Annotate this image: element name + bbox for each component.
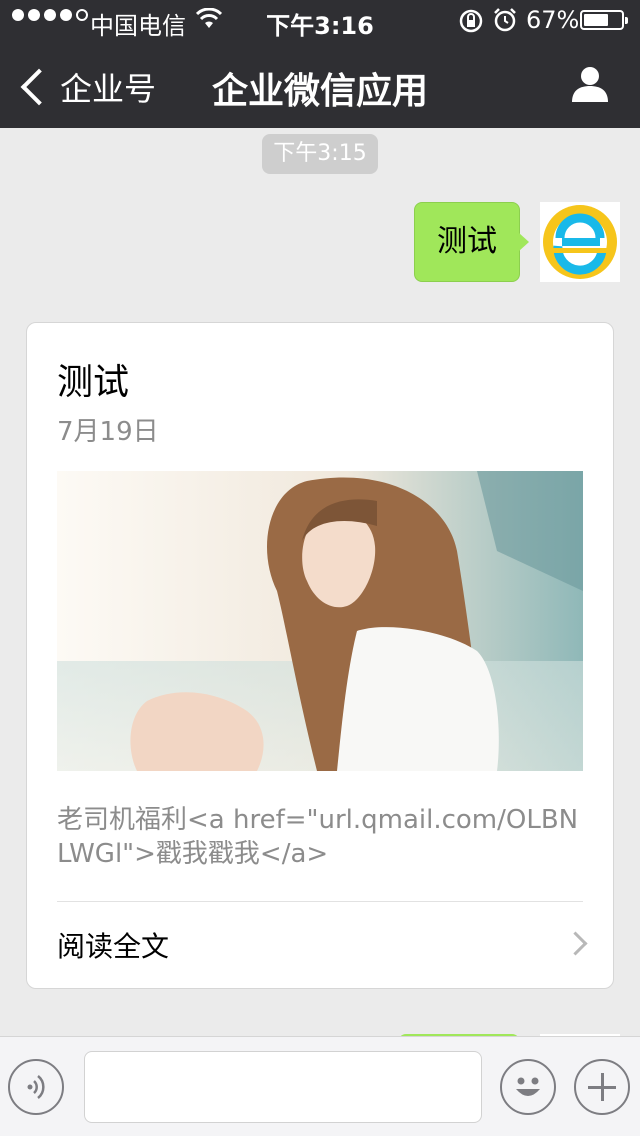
alarm-icon — [492, 7, 518, 39]
article-date: 7月19日 — [57, 417, 159, 447]
person-icon[interactable] — [570, 66, 610, 102]
divider — [57, 901, 583, 902]
voice-icon — [27, 1075, 45, 1099]
message-input[interactable] — [84, 1051, 482, 1123]
article-title: 测试 — [57, 362, 130, 403]
voice-button[interactable] — [8, 1059, 64, 1115]
article-card[interactable]: 测试 7月19日 老司机福利<a href="url.qmail.com/OLB… — [26, 322, 614, 989]
emoji-button[interactable] — [500, 1059, 556, 1115]
sent-message-bubble[interactable]: 测试 — [414, 202, 529, 282]
battery-percent: 67% — [526, 6, 580, 34]
plus-button[interactable] — [574, 1059, 630, 1115]
battery-icon — [580, 10, 628, 30]
page-title: 企业微信应用 — [211, 71, 428, 112]
enterprise-logo-icon[interactable] — [540, 202, 620, 282]
emoji-icon — [516, 1077, 540, 1096]
chat-input-bar — [0, 1036, 640, 1136]
message-timestamp: 下午3:15 — [262, 134, 378, 174]
rotation-lock-icon — [458, 8, 484, 40]
article-description: 老司机福利<a href="url.qmail.com/OLBNLWGl">戳我… — [57, 805, 579, 869]
status-bar: 中国电信 下午3:16 67% — [0, 0, 640, 40]
article-cover-image[interactable] — [57, 471, 583, 771]
navigation-bar: 企业号 企业微信应用 — [0, 40, 640, 128]
read-more-link[interactable]: 阅读全文 — [57, 925, 169, 965]
chevron-right-icon — [563, 931, 588, 956]
